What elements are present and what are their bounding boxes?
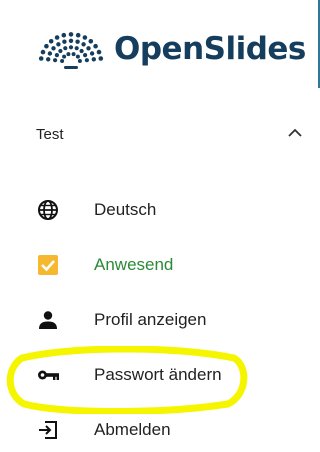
key-icon	[38, 370, 59, 380]
checkbox-checked-icon[interactable]	[36, 253, 60, 277]
openslides-logo: OpenSlides	[34, 26, 306, 74]
menu-item-language[interactable]: Deutsch	[0, 186, 320, 232]
menu-item-label: Abmelden	[94, 420, 171, 439]
logout-icon	[39, 421, 57, 439]
brand-name: OpenSlides	[114, 31, 306, 67]
menu-item-label: Profil anzeigen	[94, 310, 207, 329]
user-name: Test	[36, 126, 64, 143]
menu-item-label: Anwesend	[94, 255, 174, 274]
openslides-logo-icon	[38, 32, 104, 69]
menu-item-present[interactable]: Anwesend	[0, 241, 320, 287]
menu-item-label: Passwort ändern	[94, 365, 222, 384]
user-menu-toggle[interactable]: Test	[0, 112, 320, 156]
menu-item-profile[interactable]: Profil anzeigen	[0, 296, 320, 342]
menu-item-logout[interactable]: Abmelden	[0, 406, 320, 452]
person-icon	[39, 311, 57, 329]
menu-item-change-password[interactable]: Passwort ändern	[0, 351, 320, 397]
chevron-up-icon[interactable]	[287, 126, 303, 138]
menu-item-label: Deutsch	[94, 200, 157, 219]
globe-icon	[38, 200, 58, 220]
